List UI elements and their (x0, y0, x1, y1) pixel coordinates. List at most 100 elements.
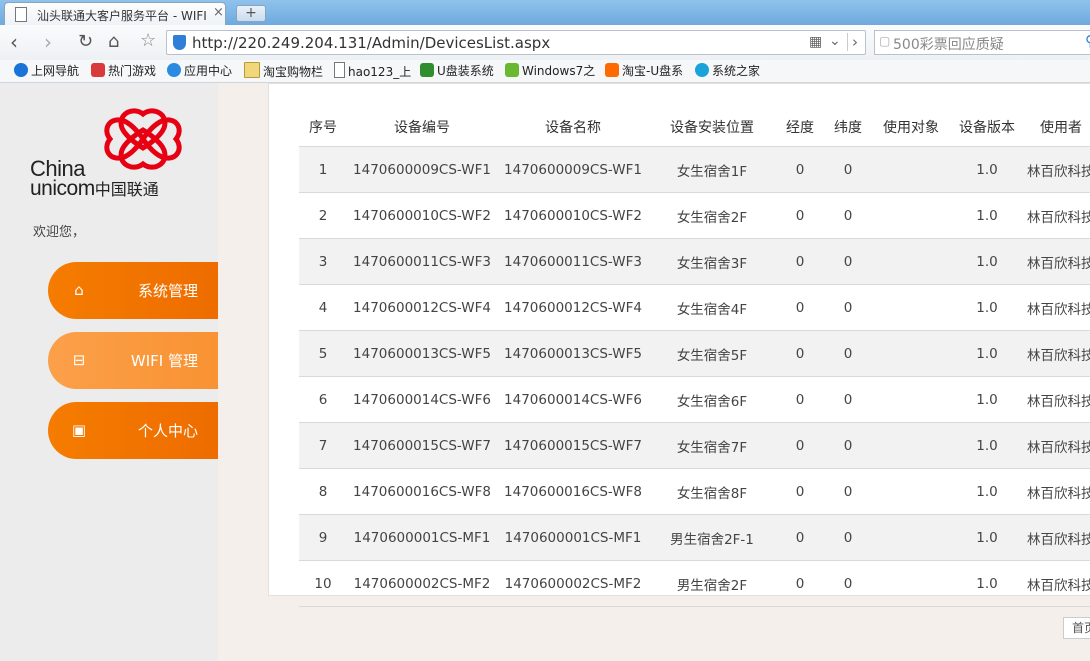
table-cell: 1470600009CS-WF1 (497, 146, 649, 193)
table-cell: 1470600016CS-WF8 (347, 468, 497, 515)
table-cell: 0 (775, 330, 825, 377)
menu-system-management[interactable]: ⌂ 系统管理 (48, 262, 218, 319)
address-bar[interactable]: http://220.249.204.131/Admin/DevicesList… (166, 30, 866, 55)
logo-unicom-word: unicom (30, 177, 95, 200)
menu-label: 系统管理 (137, 282, 198, 300)
table-cell: 2 (299, 192, 347, 239)
folder-icon (244, 62, 260, 78)
browser-tab[interactable]: 汕头联通大客户服务平台 - WIFI × (4, 2, 226, 25)
table-cell: 4 (299, 284, 347, 331)
qr-code-icon[interactable]: ▦ (809, 34, 822, 50)
table-cell: 林百欣科技中 (1023, 146, 1090, 193)
table-row[interactable]: 5 1470600013CS-WF5 1470600013CS-WF5 女生宿舍5F 0… (299, 330, 1090, 377)
star-icon[interactable]: ☆ (140, 30, 156, 51)
table-cell: 女生宿舍1F (649, 146, 775, 193)
col-header[interactable]: 设备安装位置 (649, 108, 775, 147)
table-cell: 0 (775, 284, 825, 331)
sidebar: China unicom中国联通 欢迎您， ⌂ 系统管理 ⊟ WIFI 管理 ▣… (0, 83, 218, 661)
bookmark-item[interactable]: 上网导航 (14, 62, 79, 79)
table-cell: 0 (825, 376, 871, 423)
table-row[interactable]: 2 1470600010CS-WF2 1470600010CS-WF2 女生宿舍2F 0… (299, 192, 1090, 239)
page-icon (334, 62, 345, 78)
table-row[interactable]: 1 1470600009CS-WF1 1470600009CS-WF1 女生宿舍1F 0… (299, 146, 1090, 193)
table-cell: 0 (825, 560, 871, 607)
forward-icon[interactable]: › (44, 31, 52, 53)
tab-title: 汕头联通大客户服务平台 - WIFI (37, 9, 207, 23)
col-header[interactable]: 设备名称 (497, 108, 649, 147)
table-cell: 1470600002CS-MF2 (347, 560, 497, 607)
table-cell: 1.0 (951, 468, 1023, 515)
table-cell: 1.0 (951, 238, 1023, 285)
table-cell: 7 (299, 422, 347, 469)
unicom-knot-icon (104, 108, 182, 170)
table-row[interactable]: 10 1470600002CS-MF2 1470600002CS-MF2 男生宿舍2F… (299, 560, 1090, 607)
browser-tab-bar: 汕头联通大客户服务平台 - WIFI × + (0, 0, 1090, 25)
table-cell: 林百欣科技中 (1023, 560, 1090, 607)
table-cell: 1470600012CS-WF4 (497, 284, 649, 331)
home-icon[interactable]: ⌂ (108, 31, 119, 53)
col-header[interactable]: 设备编号 (347, 108, 497, 147)
table-cell: 1470600016CS-WF8 (497, 468, 649, 515)
table-cell: 1.0 (951, 192, 1023, 239)
bookmark-item[interactable]: 淘宝购物栏 (244, 62, 323, 80)
page: China unicom中国联通 欢迎您， ⌂ 系统管理 ⊟ WIFI 管理 ▣… (0, 83, 1090, 661)
url-text[interactable]: http://220.249.204.131/Admin/DevicesList… (192, 34, 550, 52)
col-header[interactable]: 使用者 (1023, 108, 1090, 147)
table-cell: 女生宿舍8F (649, 468, 775, 515)
go-icon[interactable]: › (847, 33, 858, 51)
table-cell (871, 284, 951, 331)
menu-wifi-management[interactable]: ⊟ WIFI 管理 (48, 332, 218, 389)
table-header-row: 序号 设备编号 设备名称 设备安装位置 经度 纬度 使用对象 设备版本 使用者 (299, 108, 1090, 147)
table-cell: 林百欣科技中 (1023, 422, 1090, 469)
bookmark-item[interactable]: 应用中心 (167, 62, 232, 79)
table-row[interactable]: 6 1470600014CS-WF6 1470600014CS-WF6 女生宿舍6F 0… (299, 376, 1090, 423)
table-cell: 1.0 (951, 560, 1023, 607)
table-cell: 林百欣科技中 (1023, 376, 1090, 423)
table-cell: 0 (775, 422, 825, 469)
dropdown-icon[interactable]: ⌄ (829, 33, 841, 49)
table-cell: 1.0 (951, 376, 1023, 423)
tab-close-icon[interactable]: × (213, 5, 224, 20)
col-header[interactable]: 经度 (775, 108, 825, 147)
col-header[interactable]: 序号 (299, 108, 347, 147)
table-cell: 1470600014CS-WF6 (347, 376, 497, 423)
table-row[interactable]: 3 1470600011CS-WF3 1470600011CS-WF3 女生宿舍3F 0… (299, 238, 1090, 285)
table-row[interactable]: 8 1470600016CS-WF8 1470600016CS-WF8 女生宿舍8F 0… (299, 468, 1090, 515)
table-cell (871, 146, 951, 193)
table-cell: 林百欣科技中 (1023, 514, 1090, 561)
table-cell: 1470600012CS-WF4 (347, 284, 497, 331)
bookmark-item[interactable]: 系统之家 (695, 62, 760, 79)
new-tab-button[interactable]: + (236, 5, 266, 22)
search-engine-icon[interactable]: ▢ (879, 34, 890, 48)
reload-icon[interactable]: ↻ (78, 31, 93, 53)
bookmark-item[interactable]: Windows7之 (505, 62, 595, 79)
table-cell: 0 (775, 376, 825, 423)
col-header[interactable]: 使用对象 (871, 108, 951, 147)
table-cell: 女生宿舍5F (649, 330, 775, 377)
search-input[interactable]: 500彩票回应质疑 (893, 34, 1004, 54)
back-icon[interactable]: ‹ (10, 31, 18, 53)
col-header[interactable]: 纬度 (825, 108, 871, 147)
first-page-button[interactable]: 首页 (1063, 617, 1090, 639)
table-cell: 1.0 (951, 146, 1023, 193)
bookmark-item[interactable]: hao123_上 (334, 62, 411, 80)
bookmark-icon (605, 63, 619, 77)
table-row[interactable]: 7 1470600015CS-WF7 1470600015CS-WF7 女生宿舍7F 0… (299, 422, 1090, 469)
table-row[interactable]: 9 1470600001CS-MF1 1470600001CS-MF1 男生宿舍2F-… (299, 514, 1090, 561)
col-header[interactable]: 设备版本 (951, 108, 1023, 147)
table-cell: 0 (775, 192, 825, 239)
search-icon[interactable]: ⚲ (1085, 32, 1090, 50)
table-cell: 0 (775, 146, 825, 193)
table-cell (871, 514, 951, 561)
bookmarks-bar: 上网导航 热门游戏 应用中心 淘宝购物栏 hao123_上 U盘装系统 Wind… (0, 60, 1090, 83)
table-row[interactable]: 4 1470600012CS-WF4 1470600012CS-WF4 女生宿舍4F 0… (299, 284, 1090, 331)
search-box[interactable]: ▢ 500彩票回应质疑 ⚲ (874, 30, 1090, 55)
bookmark-item[interactable]: 热门游戏 (91, 62, 156, 79)
bookmark-icon (91, 63, 105, 77)
menu-personal-center[interactable]: ▣ 个人中心 (48, 402, 218, 459)
table-cell: 女生宿舍4F (649, 284, 775, 331)
table-cell: 1470600010CS-WF2 (497, 192, 649, 239)
bookmark-item[interactable]: 淘宝-U盘系 (605, 62, 683, 79)
bookmark-item[interactable]: U盘装系统 (420, 62, 494, 79)
table-cell: 1470600011CS-WF3 (497, 238, 649, 285)
